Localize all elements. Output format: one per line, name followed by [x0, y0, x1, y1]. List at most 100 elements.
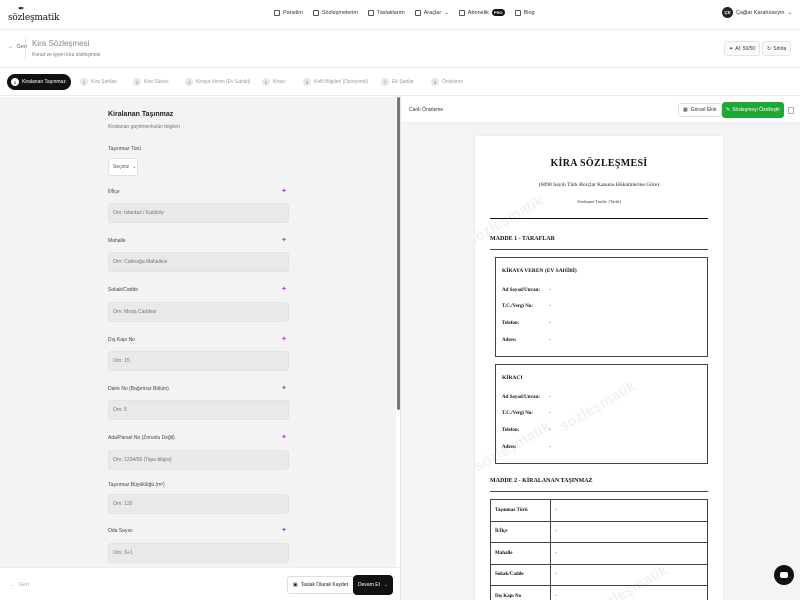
dis-kapi-no-input[interactable]: [108, 351, 289, 371]
landlord-name-value: -: [549, 288, 551, 293]
landlord-phone-label: Telefon:: [502, 321, 520, 326]
il-ilce-input[interactable]: [108, 203, 289, 223]
table-cell-value: -: [550, 585, 708, 600]
nav-label: Sözleşmelerim: [321, 9, 358, 16]
divider: [490, 249, 708, 250]
copy-icon[interactable]: [788, 107, 794, 114]
table-row: Sokak/Cadde -: [490, 563, 708, 586]
divider: [25, 38, 26, 60]
home-icon: [274, 9, 280, 16]
ai-credit-badge[interactable]: ✦ AI: 50/50: [724, 41, 761, 56]
tasinmaz-buyuklugu-input[interactable]: [108, 494, 289, 514]
ai-sparkle-icon[interactable]: ✦: [281, 433, 287, 441]
nav-item-abonelik[interactable]: Abonelik PRO: [458, 9, 505, 16]
form-panel: Kiralanan Taşınmaz Kiralanan gayrimenkul…: [0, 97, 396, 567]
arrow-left-icon: ←: [8, 44, 14, 50]
property-type-select[interactable]: Seçiniz ⌄: [108, 158, 138, 176]
landlord-title: KİRAYA VEREN (EV SAHİBİ): [502, 268, 577, 274]
contract-document: sözleşmatik sözleşmatik sözleşmatik sözl…: [475, 136, 723, 600]
article-2-heading: MADDE 2 - KİRALANAN TAŞINMAZ: [490, 478, 593, 484]
field-label-dis-kapi-no: Dış Kapı No: [108, 337, 135, 343]
step-kefil-bilgileri[interactable]: 6 Kefil Bilgileri (Opsiyonel): [303, 74, 368, 90]
step-kira-suresi[interactable]: 3 Kira Süresi: [133, 74, 168, 90]
ai-sparkle-icon[interactable]: ✦: [281, 187, 287, 195]
save-draft-label: Taslak Olarak Kaydet: [300, 582, 348, 588]
property-table: Taşınmaz Türü - İl/İlçe - Mahalle - Sokak/C…: [490, 499, 708, 600]
user-menu[interactable]: ÇK Çağlar Karahüseyin ⌄: [722, 7, 792, 18]
divider: [490, 218, 708, 219]
nav-label: Panelim: [283, 9, 303, 16]
step-kiraci[interactable]: 5 Kiracı: [262, 74, 286, 90]
ai-sparkle-icon[interactable]: ✦: [281, 526, 287, 534]
table-cell-key: Mahalle: [490, 542, 551, 565]
contract-title: KİRA SÖZLEŞMESİ: [550, 158, 648, 169]
page-header: ← Geri Kira Sözleşmesi Konut ve işyeri ki…: [0, 30, 800, 68]
daire-no-input[interactable]: [108, 400, 289, 420]
nav-item-blog[interactable]: Blog: [514, 9, 535, 16]
ai-sparkle-icon[interactable]: ✦: [281, 236, 287, 244]
user-name: Çağlar Karahüseyin: [736, 9, 785, 16]
ai-sparkle-icon[interactable]: ✦: [281, 384, 287, 392]
nav-item-panelim[interactable]: Panelim: [274, 9, 303, 16]
step-number: 3: [133, 78, 141, 86]
folder-icon: [367, 9, 374, 16]
add-visual-button[interactable]: ▦ Görsel Ekle: [678, 103, 722, 117]
continue-button[interactable]: Devam Et →: [353, 575, 393, 595]
wrench-icon: [414, 9, 421, 16]
landlord-address-value: -: [549, 338, 551, 343]
step-label: Kefil Bilgileri (Opsiyonel): [314, 79, 369, 85]
chevron-down-icon: ⌄: [132, 164, 137, 170]
step-label: Kiralanan Taşınmaz: [22, 79, 66, 85]
field-label-tasinmaz-buyuklugu: Taşınmaz Büyüklüğü (m²): [108, 482, 165, 488]
ai-sparkle-icon[interactable]: ✦: [281, 335, 287, 343]
step-number: 2: [80, 78, 88, 86]
nav-item-araclar[interactable]: Araçlar ⌄: [414, 9, 449, 16]
tenant-box: KİRACI Ad Soyad/Unvan: - T.C./Vergi No: …: [495, 364, 708, 464]
step-kira-sartlari[interactable]: 2 Kira Şartları: [80, 74, 117, 90]
wallet-icon: [458, 9, 465, 16]
table-cell-value: -: [550, 542, 708, 565]
footer-back-button[interactable]: ← Geri: [10, 582, 29, 588]
step-onizleme[interactable]: 8 Önizleme: [431, 74, 463, 90]
mahalle-input[interactable]: [108, 252, 289, 272]
tenant-address-value: -: [549, 445, 551, 450]
save-draft-button[interactable]: ▣ Taslak Olarak Kaydet: [287, 576, 354, 594]
brand-logo[interactable]: ✒ sözleşmatik: [8, 3, 59, 27]
pencil-icon: ✎: [726, 107, 731, 113]
oda-sayisi-input[interactable]: [108, 543, 289, 563]
chat-icon: [780, 572, 788, 578]
page-title: Kira Sözleşmesi: [32, 39, 90, 48]
step-kiraya-veren[interactable]: 4 Kiraya Veren (Ev Sahibi): [185, 74, 250, 90]
property-type-value: Seçiniz: [113, 164, 130, 170]
logo-text: sözleşmatik: [8, 13, 60, 23]
customize-contract-button[interactable]: ✎ Sözleşmeyi Özelleştir: [722, 102, 784, 118]
chevron-down-icon: ⌄: [444, 9, 449, 16]
step-kiralanan-tasinmaz[interactable]: 1 Kiralanan Taşınmaz: [7, 74, 71, 90]
refresh-icon: ↻: [767, 45, 772, 52]
avatar: ÇK: [722, 7, 734, 18]
chat-support-button[interactable]: [774, 565, 794, 585]
step-ek-sartlar[interactable]: 7 Ek Şartlar: [381, 74, 414, 90]
field-label-il-ilce: İl/İlçe: [108, 189, 120, 195]
tenant-id-value: -: [549, 411, 551, 416]
field-label-sokak-cadde: Sokak/Cadde: [108, 287, 139, 293]
nav-item-sozlesmelerim[interactable]: Sözleşmelerim: [312, 9, 358, 16]
step-number: 8: [431, 78, 439, 86]
table-cell-value: -: [550, 520, 708, 543]
preview-title: Canlı Önizleme: [409, 107, 444, 113]
step-label: Ek Şartlar: [392, 79, 414, 85]
pro-badge: PRO: [491, 9, 505, 16]
sokak-cadde-input[interactable]: [108, 302, 289, 322]
page-subtitle: Konut ve işyeri kira sözleşmesi: [32, 52, 101, 58]
tenant-id-label: T.C./Vergi No:: [502, 411, 533, 416]
continue-label: Devam Et: [358, 582, 380, 588]
top-navbar: ✒ sözleşmatik Panelim Sözleşmelerim Tasl…: [0, 0, 800, 30]
step-label: Kira Şartları: [91, 79, 118, 85]
chevron-down-icon: ⌄: [787, 9, 792, 16]
ai-sparkle-icon[interactable]: ✦: [281, 285, 287, 293]
nav-item-taslaklarim[interactable]: Taslaklarım: [367, 9, 405, 16]
reset-button[interactable]: ↻ Sıfırla: [762, 41, 792, 56]
ada-parsel-input[interactable]: [108, 450, 289, 470]
section-subtitle: Kiralanan gayrimenkulün bilgileri: [108, 124, 180, 130]
add-visual-label: Görsel Ekle: [690, 107, 717, 113]
